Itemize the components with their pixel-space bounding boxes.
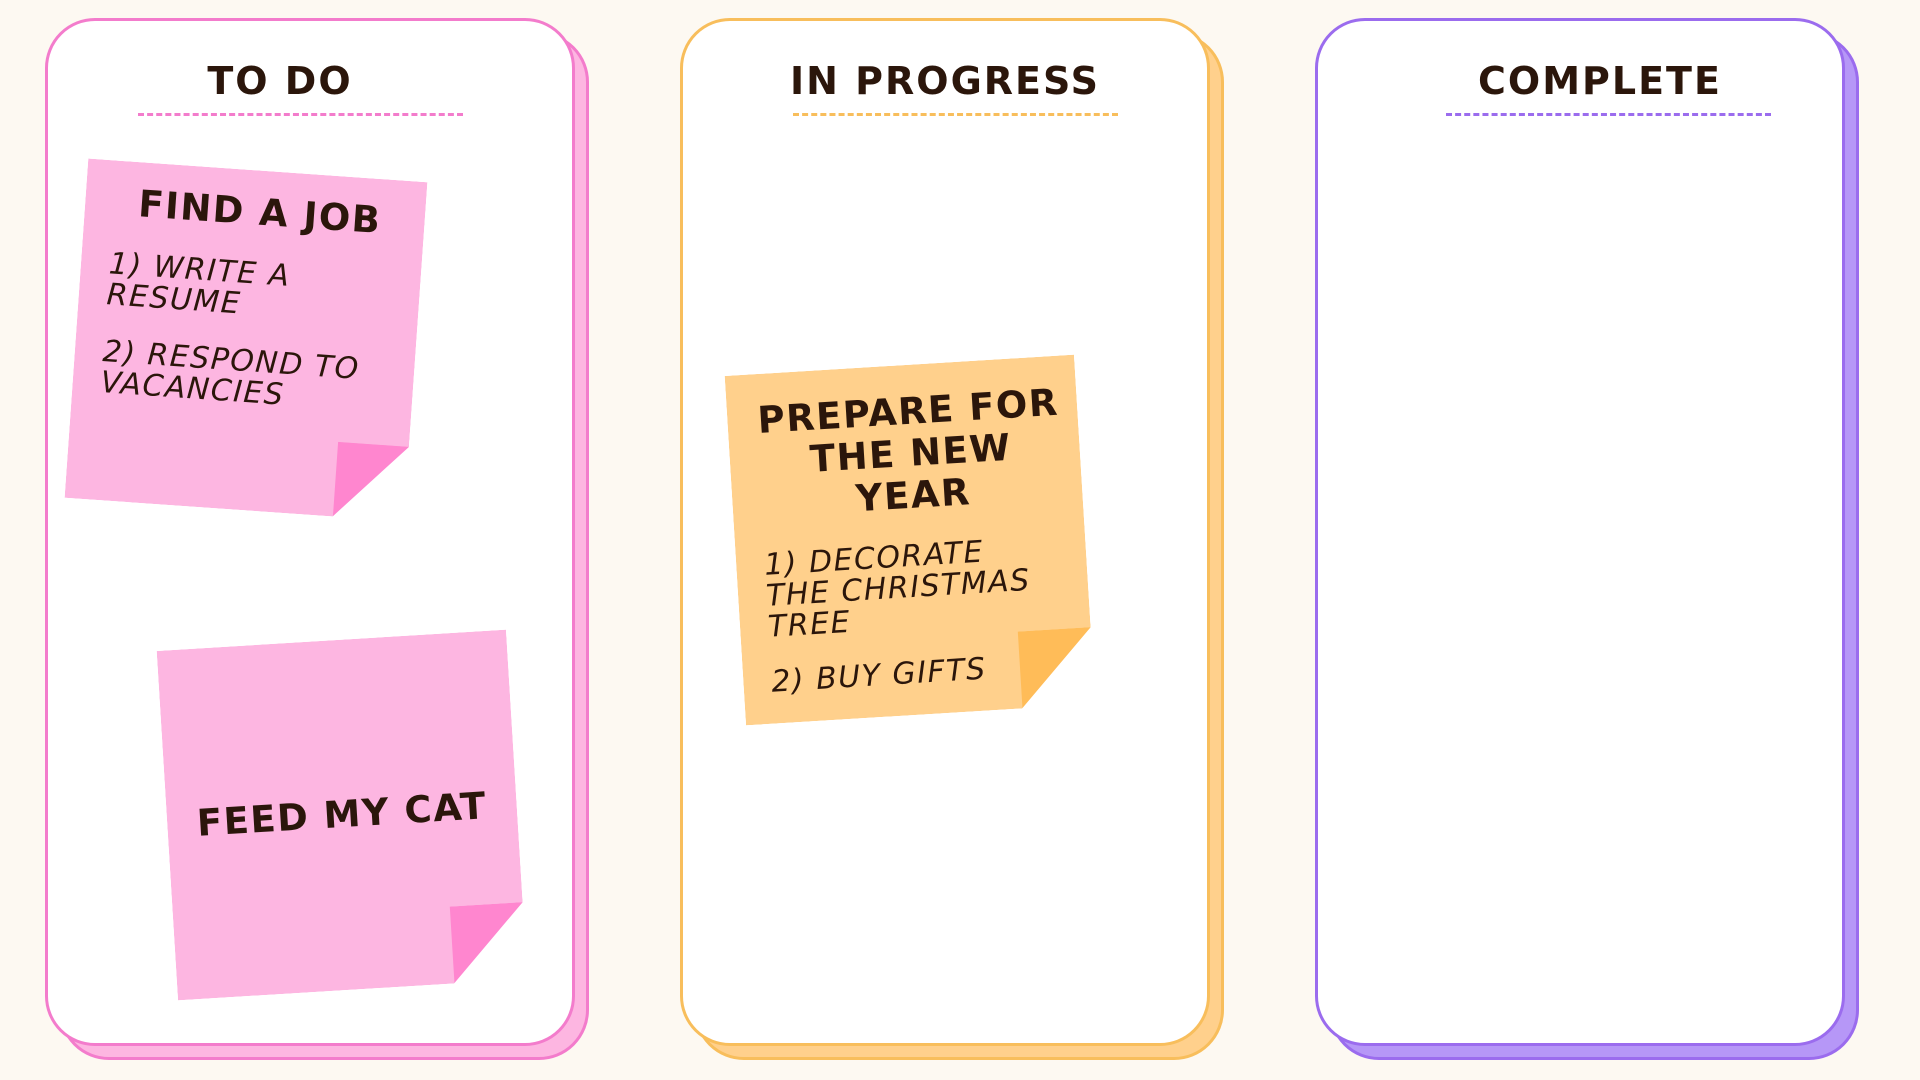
sticky-note-feed-cat[interactable]: FEED MY CAT — [157, 630, 528, 1001]
column-title: IN PROGRESS — [789, 59, 1101, 103]
note-content: FIND A JOB 1) WRITE A RESUME 2) RESPOND … — [72, 159, 428, 420]
title-underline — [1446, 113, 1771, 116]
note-content: PREPARE FOR THE NEW YEAR 1) DECORATE THE… — [725, 355, 1094, 700]
sticky-note-new-year[interactable]: PREPARE FOR THE NEW YEAR 1) DECORATE THE… — [725, 355, 1096, 726]
note-content: FEED MY CAT — [157, 630, 528, 1001]
column-complete: COMPLETE — [1315, 18, 1859, 1060]
note-title: FEED MY CAT — [195, 784, 489, 845]
column-panel[interactable]: COMPLETE — [1315, 18, 1845, 1046]
note-item: 1) WRITE A RESUME — [105, 246, 292, 322]
title-underline — [793, 113, 1118, 116]
column-title: COMPLETE — [1478, 59, 1722, 103]
sticky-note-find-job[interactable]: FIND A JOB 1) WRITE A RESUME 2) RESPOND … — [65, 159, 428, 522]
note-title: FIND A JOB — [136, 182, 383, 243]
title-underline — [138, 113, 463, 116]
note-item: 1) DECORATE THE CHRISTMAS TREE — [763, 534, 1032, 645]
kanban-board: TO DO IN PROGRESS COMPLETE FIND A JOB 1)… — [0, 0, 1920, 1080]
column-title: TO DO — [207, 59, 353, 103]
note-curl — [333, 442, 409, 522]
note-title: PREPARE FOR THE NEW YEAR — [756, 380, 1060, 521]
